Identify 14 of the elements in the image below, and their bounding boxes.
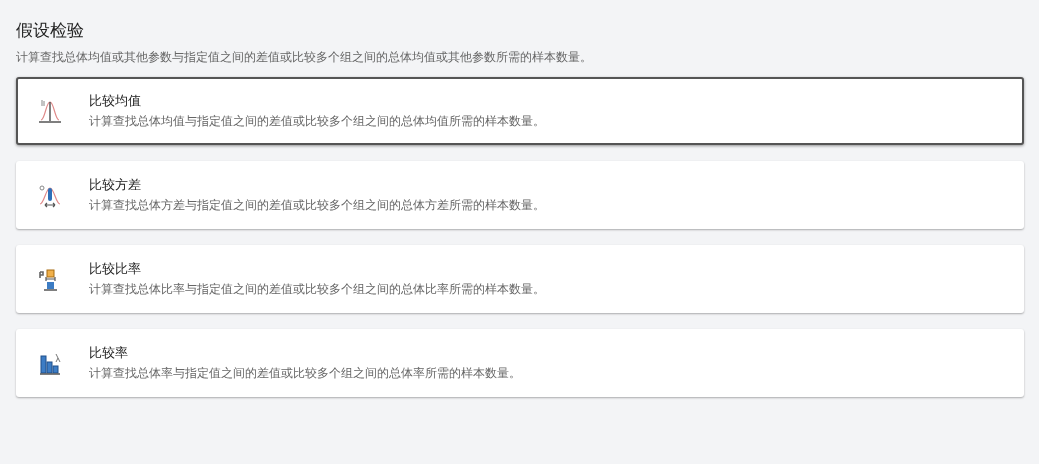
option-card[interactable]: 比较比率 计算查找总体比率与指定值之间的差值或比较多个组之间的总体比率所需的样本数量。 — [16, 245, 1024, 313]
option-description: 计算查找总体均值与指定值之间的差值或比较多个组之间的总体均值所需的样本数量。 — [89, 113, 545, 130]
option-title: 比较方差 — [89, 176, 142, 194]
option-card[interactable]: 比较率 计算查找总体率与指定值之间的差值或比较多个组之间的总体率所需的样本数量。 — [16, 329, 1024, 397]
page-description: 计算查找总体均值或其他参数与指定值之间的差值或比较多个组之间的总体均值或其他参数所需的样本数量。 — [16, 49, 593, 66]
option-title: 比较均值 — [89, 92, 142, 110]
option-card[interactable]: 比较方差 计算查找总体方差与指定值之间的差值或比较多个组之间的总体方差所需的样本数量。 — [16, 161, 1024, 229]
option-title: 比较率 — [89, 344, 129, 362]
option-description: 计算查找总体方差与指定值之间的差值或比较多个组之间的总体方差所需的样本数量。 — [89, 197, 545, 214]
option-title: 比较比率 — [89, 260, 142, 278]
option-description: 计算查找总体率与指定值之间的差值或比较多个组之间的总体率所需的样本数量。 — [89, 365, 521, 382]
page-heading: 假设检验 — [16, 19, 85, 42]
option-card[interactable]: 比较均值 计算查找总体均值与指定值之间的差值或比较多个组之间的总体均值所需的样本数量。 — [16, 77, 1024, 145]
option-description: 计算查找总体比率与指定值之间的差值或比较多个组之间的总体比率所需的样本数量。 — [89, 281, 545, 298]
